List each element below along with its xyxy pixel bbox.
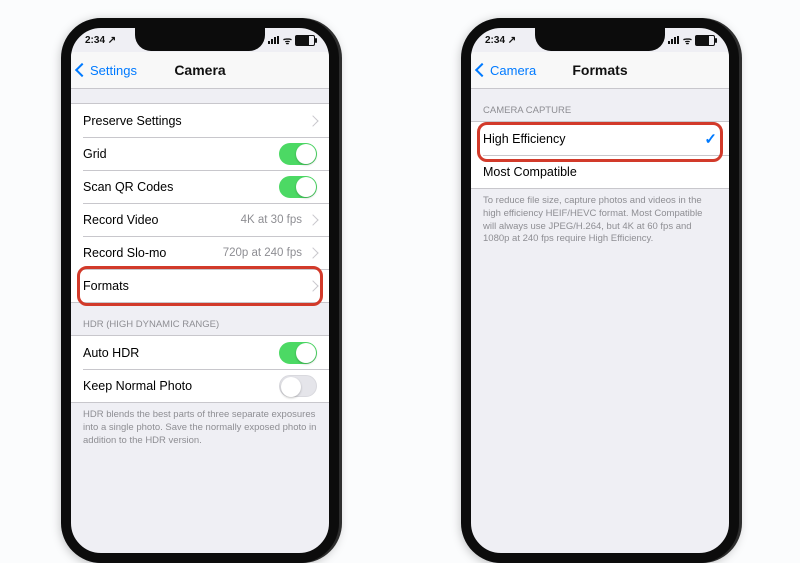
phone-formats-settings: 2:34 ↗ ᯤ Camera Formats CAMERA CAPTURE H… [461, 18, 739, 563]
capture-section-header: CAMERA CAPTURE [471, 89, 729, 121]
status-time: 2:34 [485, 35, 505, 46]
battery-icon [295, 35, 315, 46]
back-label: Camera [490, 63, 536, 78]
notch [135, 27, 265, 51]
phone-camera-settings: 2:34 ↗ ᯤ Settings Camera Preserve Settin… [61, 18, 339, 563]
row-detail: 4K at 30 fps [241, 214, 302, 226]
chevron-right-icon [307, 214, 318, 225]
status-time: 2:34 [85, 35, 105, 46]
hdr-section-header: HDR (HIGH DYNAMIC RANGE) [71, 303, 329, 335]
row-label: Most Compatible [483, 165, 577, 179]
capture-footer: To reduce file size, capture photos and … [471, 189, 729, 246]
row-auto-hdr[interactable]: Auto HDR [71, 336, 329, 369]
hdr-group: Auto HDR Keep Normal Photo [71, 335, 329, 403]
grid-switch[interactable] [279, 143, 317, 165]
row-high-efficiency[interactable]: High Efficiency ✓ [471, 122, 729, 155]
page-title: Camera [174, 62, 225, 78]
chevron-right-icon [307, 115, 318, 126]
chevron-left-icon [75, 63, 89, 77]
row-record-video[interactable]: Record Video 4K at 30 fps [71, 203, 329, 236]
chevron-right-icon [307, 280, 318, 291]
nav-bar: Camera Formats [471, 52, 729, 89]
row-grid[interactable]: Grid [71, 137, 329, 170]
row-detail: 720p at 240 fps [223, 247, 302, 259]
cell-signal-icon [268, 36, 280, 44]
row-label: Keep Normal Photo [83, 379, 192, 393]
back-label: Settings [90, 63, 137, 78]
notch [535, 27, 665, 51]
row-most-compatible[interactable]: Most Compatible [471, 155, 729, 188]
row-label: Record Slo-mo [83, 246, 166, 260]
row-label: Auto HDR [83, 346, 139, 360]
keep-normal-switch[interactable] [279, 375, 317, 397]
location-icon: ↗ [508, 35, 516, 46]
qr-switch[interactable] [279, 176, 317, 198]
back-button[interactable]: Settings [77, 52, 137, 88]
auto-hdr-switch[interactable] [279, 342, 317, 364]
chevron-left-icon [475, 63, 489, 77]
row-label: Grid [83, 147, 107, 161]
row-label: Preserve Settings [83, 114, 182, 128]
checkmark-icon: ✓ [704, 130, 717, 148]
row-label: High Efficiency [483, 132, 565, 146]
cell-signal-icon [668, 36, 680, 44]
capture-group: High Efficiency ✓ Most Compatible [471, 121, 729, 189]
wifi-icon: ᯤ [283, 33, 292, 47]
row-record-slomo[interactable]: Record Slo-mo 720p at 240 fps [71, 236, 329, 269]
battery-icon [695, 35, 715, 46]
row-label: Record Video [83, 213, 159, 227]
hdr-footer: HDR blends the best parts of three separ… [71, 403, 329, 447]
row-keep-normal[interactable]: Keep Normal Photo [71, 369, 329, 402]
wifi-icon: ᯤ [683, 33, 692, 47]
page-title: Formats [572, 62, 627, 78]
row-label: Formats [83, 279, 129, 293]
row-formats[interactable]: Formats [71, 269, 329, 302]
location-icon: ↗ [108, 35, 116, 46]
camera-settings-group: Preserve Settings Grid Scan QR Codes Rec… [71, 103, 329, 303]
chevron-right-icon [307, 247, 318, 258]
row-preserve-settings[interactable]: Preserve Settings [71, 104, 329, 137]
row-label: Scan QR Codes [83, 180, 173, 194]
nav-bar: Settings Camera [71, 52, 329, 89]
back-button[interactable]: Camera [477, 52, 536, 88]
row-scan-qr[interactable]: Scan QR Codes [71, 170, 329, 203]
